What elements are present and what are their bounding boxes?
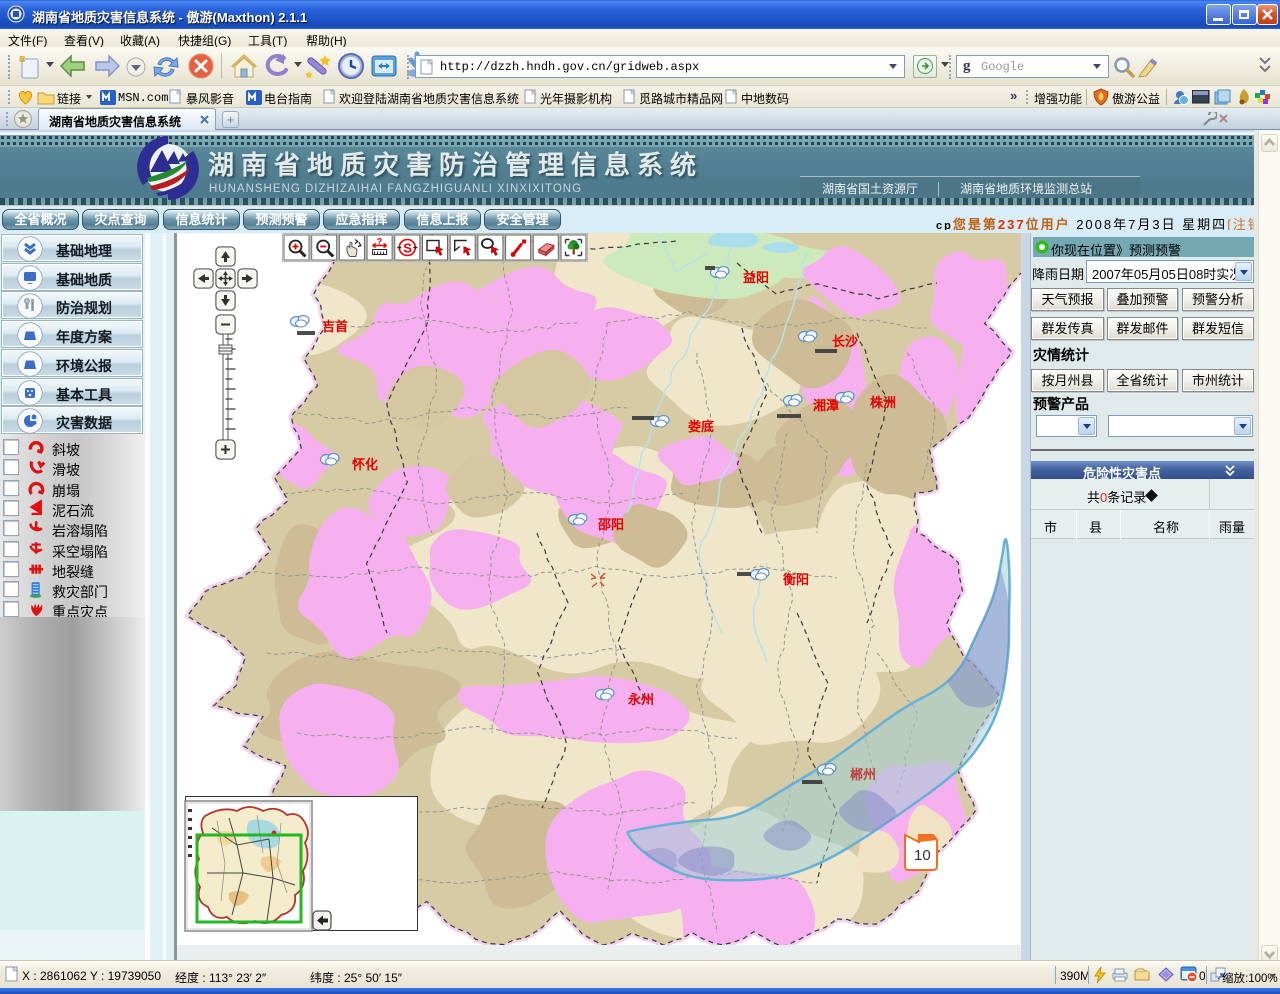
svg-text:吉首: 吉首 — [322, 319, 348, 334]
svg-text:永州: 永州 — [627, 692, 654, 707]
svg-text:S: S — [403, 241, 412, 256]
svg-text:湘潭: 湘潭 — [813, 398, 839, 413]
svg-text:株洲: 株洲 — [870, 395, 896, 410]
svg-text:邵阳: 邵阳 — [597, 517, 624, 532]
svg-text:郴州: 郴州 — [850, 767, 876, 782]
svg-text:10: 10 — [914, 847, 931, 864]
svg-text:衡阳: 衡阳 — [783, 572, 809, 587]
svg-text:怀化: 怀化 — [352, 457, 378, 472]
svg-text:益阳: 益阳 — [743, 270, 769, 285]
svg-text:娄底: 娄底 — [688, 419, 714, 434]
svg-text:?: ? — [377, 237, 383, 247]
svg-text:长沙: 长沙 — [832, 334, 858, 349]
